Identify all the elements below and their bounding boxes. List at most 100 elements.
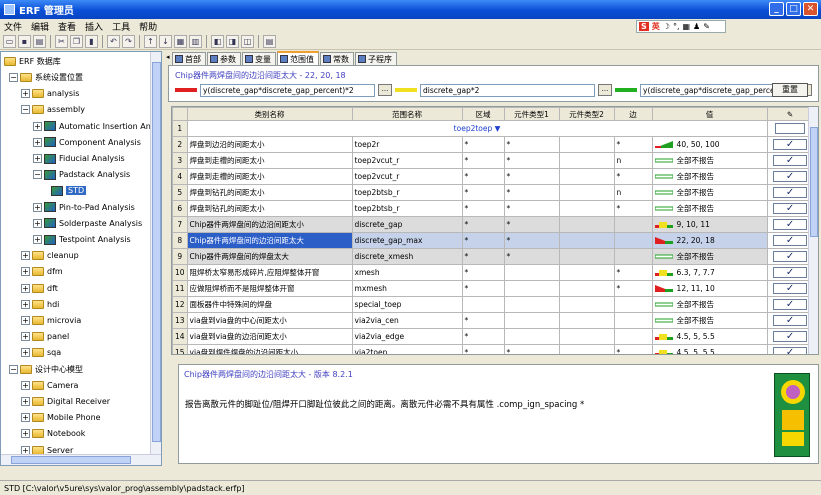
area-cell[interactable]: * (461, 216, 505, 233)
tab-1[interactable]: 参数 (207, 52, 241, 65)
checkmark-icon[interactable]: ✓ (773, 155, 808, 166)
red-expression-field[interactable]: y(discrete_gap*discrete_gap_percent)*2 (200, 83, 375, 97)
checkmark-icon[interactable]: ✓ (773, 235, 808, 246)
table-row[interactable]: 11 应做阻焊桥而不是阻焊整体开窗 mxmesh * * 12, 11, 10 ✓ (172, 280, 814, 297)
tree-node[interactable]: + Mobile Phone (21, 411, 101, 424)
category-cell[interactable]: 焊盘到边沿的间距太小 (186, 136, 353, 153)
value-cell[interactable]: 9, 10, 11 (651, 216, 768, 233)
type2-cell[interactable] (558, 200, 615, 217)
side-cell[interactable]: * (613, 200, 653, 217)
expand-icon[interactable]: + (33, 121, 42, 131)
area-cell[interactable]: * (461, 264, 505, 281)
tab-scroll-icon[interactable]: ◂ (166, 53, 171, 62)
tab-3[interactable]: 范围值 (277, 51, 319, 65)
checkmark-icon[interactable]: ✓ (773, 315, 808, 326)
area-cell[interactable]: * (461, 152, 505, 169)
category-cell[interactable]: Chip器件两焊盘间的边沿间距太大 (186, 232, 353, 249)
table-row[interactable]: 6 焊盘到钻孔的间距太小 toep2btsb_r * * * 全部不报告 ✓ (172, 200, 814, 217)
ime-language[interactable]: 英 (652, 21, 660, 32)
side-cell[interactable]: * (613, 136, 653, 153)
area-cell[interactable]: * (461, 168, 505, 185)
tree-node[interactable]: + sqa (21, 346, 61, 359)
checkmark-icon[interactable]: ✓ (773, 203, 808, 214)
tree-node[interactable]: + Digital Receiver (21, 395, 110, 408)
check-cell[interactable]: ✓ (766, 152, 814, 169)
range-cell[interactable]: special_toep (351, 296, 463, 313)
type1-cell[interactable]: * (503, 344, 560, 354)
side-cell[interactable] (613, 296, 653, 313)
expand-icon[interactable]: + (33, 202, 42, 212)
tree-node[interactable]: − assembly (21, 103, 85, 116)
range-cell[interactable]: discrete_xmesh (351, 248, 463, 265)
tree-node[interactable]: + Pin-to-Pad Analysis (33, 201, 135, 214)
value-cell[interactable]: 12, 11, 10 (651, 280, 768, 297)
table-row[interactable]: 8 Chip器件两焊盘间的边沿间距太大 discrete_gap_max * * 22, … (172, 232, 814, 249)
red-browse-button[interactable]: ... (378, 84, 392, 96)
sort-desc-icon[interactable]: ↓ (159, 34, 172, 48)
collapse-icon[interactable]: − (9, 364, 18, 374)
range-cell[interactable]: toep2vcut_r (351, 168, 463, 185)
table-row[interactable]: 3 焊盘到走槽的间距太小 toep2vcut_r * * n 全部不报告 ✓ (172, 152, 814, 169)
table-row[interactable]: 5 焊盘到钻孔的间距太小 toep2btsb_r * * n 全部不报告 ✓ (172, 184, 814, 201)
table-row[interactable]: 4 焊盘到走槽的间距太小 toep2vcut_r * * * 全部不报告 ✓ (172, 168, 814, 185)
table-row[interactable]: 14 via盘到via盘的边沿间距太小 via2via_edge * 4.5, 5, 5… (172, 328, 814, 345)
side-cell[interactable]: * (613, 280, 653, 297)
type2-cell[interactable] (558, 328, 615, 345)
value-cell[interactable]: 4.5, 5, 5.5 (651, 344, 768, 354)
type2-cell[interactable] (558, 168, 615, 185)
area-cell[interactable]: * (461, 200, 505, 217)
type2-cell[interactable] (558, 264, 615, 281)
close-button[interactable]: ✕ (803, 2, 818, 16)
check-cell[interactable]: ✓ (766, 296, 814, 313)
expand-icon[interactable]: + (21, 283, 30, 293)
expand-icon[interactable]: + (21, 397, 30, 406)
expand-icon[interactable]: + (33, 218, 42, 228)
value-cell[interactable]: 4.5, 5, 5.5 (651, 328, 768, 345)
expand-icon[interactable]: + (21, 380, 30, 390)
menu-file[interactable]: 文件 (4, 20, 22, 33)
range-cell[interactable]: toep2vcut_r (351, 152, 463, 169)
cut-icon[interactable]: ✂ (55, 34, 68, 48)
side-cell[interactable] (613, 328, 653, 345)
wrench-icon[interactable]: ✎ (703, 22, 710, 31)
tab-0[interactable]: 首部 (172, 52, 206, 65)
value-cell[interactable]: 全部不报告 (651, 152, 768, 169)
type2-cell[interactable] (558, 280, 615, 297)
expand-icon[interactable]: + (33, 235, 42, 244)
area-cell[interactable]: * (461, 312, 505, 329)
check-cell[interactable]: ✓ (766, 264, 814, 281)
header-range[interactable]: 范围名称 (351, 107, 463, 121)
table-icon[interactable]: ▦ (174, 34, 187, 48)
tree-node[interactable]: + Notebook (21, 427, 85, 440)
header-area[interactable]: 区域 (461, 107, 505, 121)
category-cell[interactable]: 焊盘到钻孔的间距太小 (186, 184, 353, 201)
type2-cell[interactable] (558, 152, 615, 169)
area-cell[interactable]: * (461, 280, 505, 297)
side-cell[interactable]: n (613, 184, 653, 201)
range-cell[interactable]: toep2r (351, 136, 463, 153)
type1-cell[interactable]: * (503, 168, 560, 185)
tree-node[interactable]: + Testpoint Analysis (33, 233, 131, 246)
checkmark-icon[interactable]: ✓ (773, 171, 808, 182)
category-cell[interactable]: 阻焊桥太窄易形成碎片,应阻焊整体开窗 (186, 264, 353, 281)
tree-node[interactable]: − Padstack Analysis (33, 168, 130, 181)
area-cell[interactable]: * (461, 248, 505, 265)
header-value[interactable]: 值 (651, 107, 768, 121)
expand-icon[interactable]: + (21, 348, 30, 358)
expand-icon[interactable]: + (21, 89, 30, 99)
sort-asc-icon[interactable]: ↑ (144, 34, 157, 48)
range-cell[interactable]: mxmesh (351, 280, 463, 297)
type1-cell[interactable] (503, 280, 560, 297)
value-cell[interactable]: 22, 20, 18 (651, 232, 768, 249)
layout-icon[interactable]: ▤ (263, 34, 276, 48)
value-cell[interactable]: 全部不报告 (651, 312, 768, 329)
tree-node[interactable]: STD (51, 184, 87, 197)
tree-node[interactable]: + analysis (21, 87, 79, 100)
expand-icon[interactable]: + (33, 137, 42, 147)
type1-cell[interactable] (503, 296, 560, 313)
category-cell[interactable]: 焊盘到钻孔的间距太小 (186, 200, 353, 217)
category-cell[interactable]: 面板器件中特殊间的焊盘 (186, 296, 353, 313)
tree-node[interactable]: + dfm (21, 265, 63, 278)
tree-node[interactable]: − 系统设置位置 (9, 71, 83, 84)
user-icon[interactable]: ♟ (693, 22, 700, 31)
